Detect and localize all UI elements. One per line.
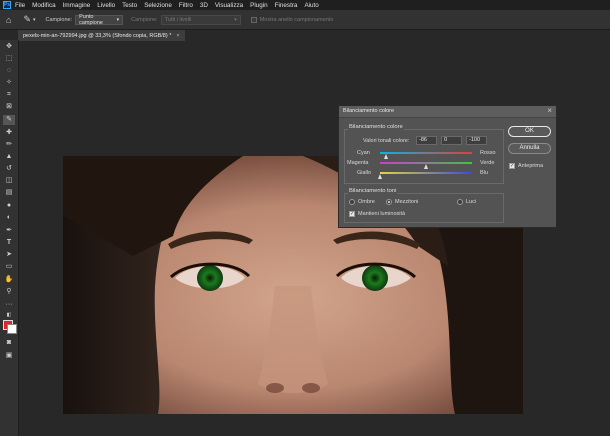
slider-left-label-magenta: Magenta (347, 160, 369, 166)
menu-plugin[interactable]: Plugin (250, 2, 268, 9)
menu-3d[interactable]: 3D (200, 2, 208, 9)
show-ring-label: Mostra anello campionamento (259, 16, 334, 23)
menu-aiuto[interactable]: Aiuto (304, 2, 318, 9)
healing-icon[interactable]: ✚ (3, 128, 15, 138)
quick-mask-icon[interactable]: ◙ (3, 338, 15, 348)
highlights-label: Luci (466, 199, 477, 205)
home-icon[interactable]: ⌂ (6, 15, 11, 25)
highlights-radio[interactable] (457, 199, 463, 205)
tone-balance-group-title: Bilanciamento toni (348, 188, 398, 194)
menu-modifica[interactable]: Modifica (32, 2, 55, 9)
quick-select-icon[interactable]: ✧ (3, 78, 15, 88)
magenta-green-slider-thumb[interactable] (423, 164, 428, 169)
yellow-blue-slider-thumb[interactable] (377, 174, 382, 179)
preserve-luminosity-checkbox[interactable]: ✓ (349, 211, 355, 217)
tools-panel: ✥ ⬚ ◌ ✧ ⌗ ⊠ ✎ ✚ ✏ ▲ ↺ ◫ ▤ ● ◐ ✒ T ➤ ▭ ✋ … (0, 40, 19, 436)
lasso-icon[interactable]: ◌ (3, 66, 15, 76)
close-icon[interactable]: × (547, 106, 552, 115)
preview-checkbox[interactable]: ✓ (509, 163, 515, 169)
midtones-radio[interactable] (386, 199, 392, 205)
chevron-down-icon: ▾ (234, 16, 237, 23)
sample-layers-label: Campione: (131, 16, 158, 23)
dodge-icon[interactable]: ◐ (3, 213, 15, 223)
slider-left-label-cyan: Cyan (357, 150, 370, 156)
dialog-title: Bilanciamento colore (343, 108, 395, 114)
blur-icon[interactable]: ● (3, 201, 15, 211)
gradient-icon[interactable]: ▤ (3, 188, 15, 198)
shadows-radio[interactable] (349, 199, 355, 205)
frame-icon[interactable]: ⊠ (3, 102, 15, 112)
menu-livello[interactable]: Livello (97, 2, 115, 9)
ok-button[interactable]: OK (508, 126, 551, 137)
menu-visualizza[interactable]: Visualizza (215, 2, 243, 9)
slider-right-label-blue: Blu (480, 170, 488, 176)
menu-file[interactable]: File (15, 2, 25, 9)
cancel-button[interactable]: Annulla (508, 143, 551, 154)
brush-icon[interactable]: ✏ (3, 140, 15, 150)
menu-bar: Ps File Modifica Immagine Livello Testo … (0, 0, 610, 10)
color-balance-dialog: Bilanciamento colore × Bilanciamento col… (338, 105, 557, 228)
preserve-luminosity-label: Mantieni luminosità (358, 211, 406, 217)
rectangle-icon[interactable]: ▭ (3, 262, 15, 272)
menu-testo[interactable]: Testo (122, 2, 137, 9)
slider-left-label-yellow: Giallo (357, 170, 372, 176)
tone-levels-label: Valori tonali colore: (363, 138, 410, 144)
menu-selezione[interactable]: Selezione (144, 2, 172, 9)
slider-right-label-green: Verde (480, 160, 495, 166)
dialog-titlebar[interactable]: Bilanciamento colore × (339, 106, 556, 118)
yellow-blue-level-input[interactable]: -100 (466, 136, 487, 145)
magenta-green-level-input[interactable]: 0 (441, 136, 462, 145)
options-bar: ⌂ ✎ ▾ Campione: Punto campione ▾ Campion… (0, 10, 610, 30)
default-colors-icon[interactable]: ◧ (3, 310, 15, 320)
menu-finestra[interactable]: Finestra (275, 2, 298, 9)
marquee-icon[interactable]: ⬚ (3, 54, 15, 64)
midtones-label: Mezzitoni (395, 199, 419, 205)
menu-filtro[interactable]: Filtro (179, 2, 193, 9)
zoom-icon[interactable]: ⚲ (3, 287, 15, 297)
stamp-icon[interactable]: ▲ (3, 152, 15, 162)
slider-right-label-red: Rosso (480, 150, 496, 156)
sample-size-select[interactable]: Punto campione ▾ (75, 13, 124, 26)
chevron-down-icon[interactable]: ▾ (33, 17, 36, 23)
color-balance-group-title: Bilanciamento colore (348, 124, 404, 130)
preview-label: Anteprima (518, 163, 544, 169)
background-color-swatch[interactable] (7, 324, 17, 334)
sample-label: Campione: (45, 16, 73, 23)
cyan-red-slider[interactable] (380, 152, 472, 154)
type-icon[interactable]: T (3, 238, 15, 248)
more-icon[interactable]: ··· (3, 300, 15, 310)
show-ring-checkbox[interactable] (250, 16, 257, 23)
tone-balance-group (344, 193, 504, 223)
move-icon[interactable]: ✥ (3, 42, 15, 52)
history-brush-icon[interactable]: ↺ (3, 164, 15, 174)
sample-layers-select[interactable]: Tutti i livelli ▾ (160, 14, 241, 25)
cyan-red-level-input[interactable]: -86 (416, 136, 437, 145)
sample-size-value: Punto campione (79, 13, 103, 26)
document-tab[interactable]: pexels-min-an-792994.jpg @ 33,3% (Sfondo… (18, 30, 185, 41)
shadows-label: Ombre (358, 199, 375, 205)
document-tab-label: pexels-min-an-792994.jpg @ 33,3% (Sfondo… (23, 32, 172, 39)
yellow-blue-slider[interactable] (380, 172, 472, 174)
menu-immagine[interactable]: Immagine (63, 2, 91, 9)
sample-layers-value: Tutti i livelli (164, 16, 192, 23)
chevron-down-icon: ▾ (116, 16, 120, 23)
eyedropper-tool-icon[interactable]: ✎ (23, 14, 31, 25)
eraser-icon[interactable]: ◫ (3, 176, 15, 186)
eyedropper-icon[interactable]: ✎ (3, 115, 15, 125)
close-tab-icon[interactable]: × (176, 33, 179, 39)
crop-icon[interactable]: ⌗ (3, 90, 15, 100)
screen-mode-icon[interactable]: ▣ (3, 351, 15, 361)
photoshop-logo: Ps (3, 1, 11, 9)
pen-icon[interactable]: ✒ (3, 226, 15, 236)
cyan-red-slider-thumb[interactable] (383, 154, 388, 159)
hand-icon[interactable]: ✋ (3, 275, 15, 285)
path-select-icon[interactable]: ➤ (3, 250, 15, 260)
